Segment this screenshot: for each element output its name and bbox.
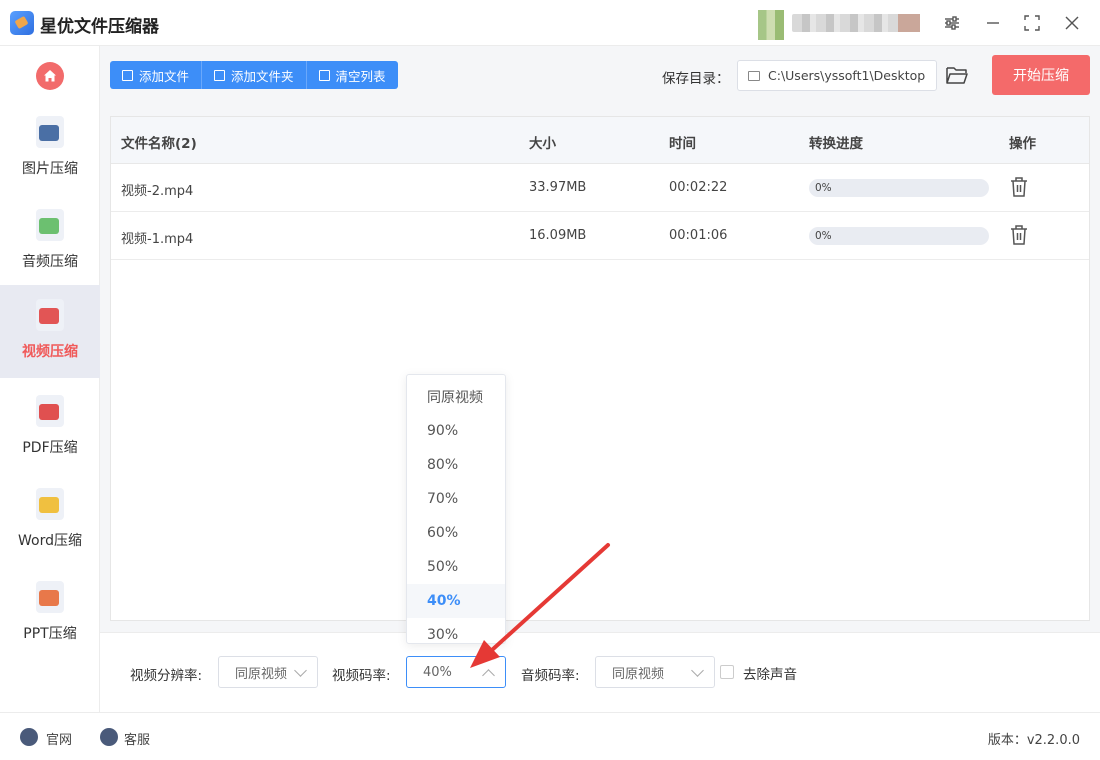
app-title: 星优文件压缩器	[40, 17, 159, 37]
sidebar: 图片压缩 音频压缩 视频压缩 PDF压缩 Word压缩 PPT压缩	[0, 46, 100, 712]
dropdown-option[interactable]: 同原视频	[407, 380, 505, 414]
sidebar-item-audio[interactable]: 音频压缩	[0, 195, 100, 288]
resolution-select[interactable]: 同原视频	[218, 656, 318, 688]
dropdown-option[interactable]: 30%	[407, 618, 505, 643]
progress-bar: 0%	[809, 227, 989, 245]
progress-text: 0%	[815, 230, 832, 242]
website-icon[interactable]	[20, 728, 38, 746]
file-name: 视频-2.mp4	[121, 184, 194, 199]
sliders-icon[interactable]	[938, 10, 966, 36]
website-link[interactable]: 官网	[46, 729, 72, 748]
dropdown-option[interactable]: 80%	[407, 448, 505, 482]
sidebar-item-label: PPT压缩	[23, 626, 77, 642]
chevron-down-icon	[294, 664, 307, 677]
trash-icon	[318, 69, 330, 81]
dropdown-option-selected[interactable]: 40%	[407, 584, 505, 618]
file-duration: 00:02:22	[669, 180, 728, 195]
file-name: 视频-1.mp4	[121, 232, 194, 247]
title-bar: 星优文件压缩器	[0, 0, 1100, 46]
bitrate-label: 视频码率:	[332, 668, 391, 684]
clear-list-button[interactable]: 清空列表	[306, 61, 398, 89]
sidebar-item-label: Word压缩	[18, 533, 82, 549]
file-table: 文件名称(2) 大小 时间 转换进度 操作 视频-2.mp4 33.97MB 0…	[110, 116, 1090, 621]
close-icon[interactable]	[1058, 10, 1086, 36]
delete-icon[interactable]	[1009, 176, 1029, 198]
dropdown-option[interactable]: 60%	[407, 516, 505, 550]
file-size: 16.09MB	[529, 228, 587, 243]
file-size: 33.97MB	[529, 180, 587, 195]
progress-bar: 0%	[809, 179, 989, 197]
dropdown-option[interactable]: 70%	[407, 482, 505, 516]
folder-icon	[748, 70, 760, 81]
table-row[interactable]: 视频-2.mp4 33.97MB 00:02:22 0%	[111, 164, 1089, 212]
sidebar-item-label: PDF压缩	[22, 440, 78, 456]
word-icon	[36, 488, 64, 520]
col-time: 时间	[669, 136, 696, 152]
bitrate-select[interactable]: 40%	[406, 656, 506, 688]
sidebar-item-word[interactable]: Word压缩	[0, 474, 100, 567]
dropdown-option[interactable]: 90%	[407, 414, 505, 448]
file-icon	[122, 69, 133, 81]
sidebar-item-label: 视频压缩	[22, 344, 78, 360]
table-row[interactable]: 视频-1.mp4 16.09MB 00:01:06 0%	[111, 212, 1089, 260]
save-dir-input[interactable]: C:\Users\yssoft1\Desktop	[737, 60, 937, 91]
col-progress: 转换进度	[809, 136, 863, 152]
minimize-icon[interactable]	[979, 10, 1007, 36]
audio-bitrate-label: 音频码率:	[521, 668, 580, 684]
folder-icon	[214, 69, 226, 81]
music-icon	[36, 209, 64, 241]
save-dir-label: 保存目录：	[662, 71, 730, 87]
chevron-up-icon	[482, 669, 495, 682]
video-icon	[36, 299, 64, 331]
chevron-down-icon	[691, 664, 704, 677]
sidebar-item-image[interactable]: 图片压缩	[0, 102, 100, 195]
user-name-blurred[interactable]	[792, 14, 920, 32]
mute-label[interactable]: 去除声音	[743, 663, 797, 683]
support-link[interactable]: 客服	[124, 729, 150, 748]
sidebar-item-ppt[interactable]: PPT压缩	[0, 567, 100, 660]
support-chat-icon[interactable]	[100, 728, 118, 746]
progress-text: 0%	[815, 182, 832, 194]
sidebar-item-pdf[interactable]: PDF压缩	[0, 381, 100, 474]
sidebar-item-label: 图片压缩	[22, 161, 78, 177]
file-duration: 00:01:06	[669, 228, 728, 243]
sidebar-item-label: 音频压缩	[22, 254, 78, 270]
compress-settings: 视频分辨率: 同原视频 视频码率: 40% 音频码率: 同原视频 去除声音	[100, 632, 1100, 712]
home-icon[interactable]	[36, 62, 64, 90]
add-file-button[interactable]: 添加文件	[110, 61, 203, 89]
add-folder-button[interactable]: 添加文件夹	[202, 61, 307, 89]
resolution-label: 视频分辨率:	[130, 668, 203, 684]
delete-icon[interactable]	[1009, 224, 1029, 246]
image-icon	[36, 116, 64, 148]
status-bar: 官网 客服 版本：v2.2.0.0	[0, 712, 1100, 760]
dropdown-option[interactable]: 50%	[407, 550, 505, 584]
pdf-icon	[36, 395, 64, 427]
bitrate-dropdown: 同原视频 90% 80% 70% 60% 50% 40% 30%	[406, 374, 506, 644]
file-toolbar: 添加文件 添加文件夹 清空列表	[110, 61, 398, 89]
table-header: 文件名称(2) 大小 时间 转换进度 操作	[111, 117, 1089, 164]
app-logo-icon	[10, 11, 34, 35]
user-avatar[interactable]	[758, 10, 784, 40]
col-name: 文件名称(2)	[121, 136, 197, 152]
maximize-icon[interactable]	[1018, 10, 1046, 36]
mute-checkbox[interactable]	[720, 665, 734, 679]
version-text: 版本：v2.2.0.0	[987, 733, 1080, 748]
browse-folder-icon[interactable]	[945, 64, 969, 86]
col-size: 大小	[529, 136, 556, 152]
start-compress-button[interactable]: 开始压缩	[992, 55, 1090, 95]
audio-bitrate-select[interactable]: 同原视频	[595, 656, 715, 688]
col-action: 操作	[1009, 136, 1036, 152]
sidebar-item-video[interactable]: 视频压缩	[0, 285, 100, 378]
ppt-icon	[36, 581, 64, 613]
